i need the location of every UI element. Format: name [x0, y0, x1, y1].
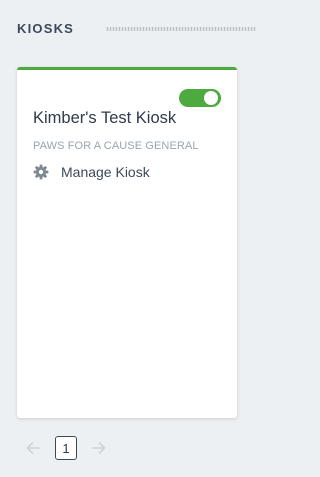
toggle-knob: [204, 91, 218, 105]
page-number-button[interactable]: 1: [55, 436, 77, 460]
kiosk-name: Kimber's Test Kiosk: [33, 109, 177, 127]
manage-kiosk-label: Manage Kiosk: [61, 164, 150, 180]
manage-kiosk-link[interactable]: Manage Kiosk: [33, 164, 150, 180]
dotted-divider: [106, 27, 256, 31]
kiosk-enabled-toggle[interactable]: [179, 89, 221, 107]
pagination: 1: [25, 436, 107, 460]
kiosk-campaign-name: PAWS FOR A CAUSE GENERAL: [33, 140, 199, 152]
kiosk-card: Kimber's Test Kiosk PAWS FOR A CAUSE GEN…: [17, 67, 237, 418]
gear-icon: [33, 164, 49, 180]
arrow-right-icon[interactable]: [91, 440, 107, 456]
arrow-left-icon[interactable]: [25, 440, 41, 456]
section-title: KIOSKS: [17, 20, 75, 36]
kiosks-panel: KIOSKS Kimber's Test Kiosk PAWS FOR A CA…: [0, 0, 256, 477]
section-header: KIOSKS: [17, 18, 256, 38]
